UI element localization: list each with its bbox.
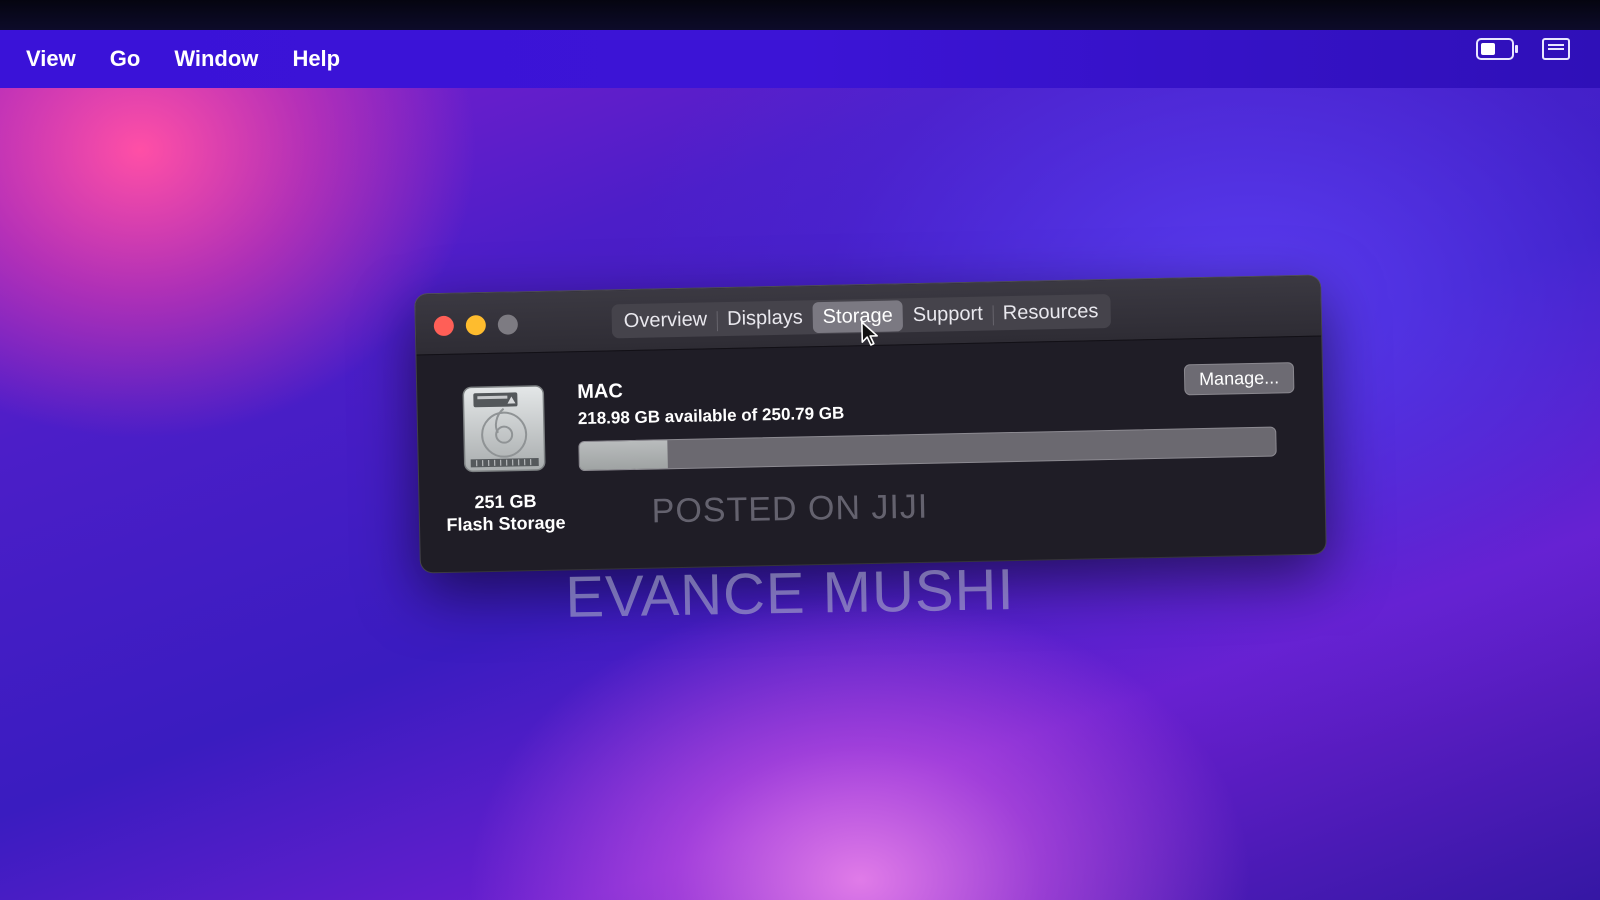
menu-status-area <box>1476 38 1570 60</box>
menu-bar: View Go Window Help <box>0 30 1600 88</box>
watermark-owner: EVANCE MUSHI <box>564 557 1016 630</box>
volume-name: MAC <box>577 380 624 404</box>
control-center-icon[interactable] <box>1542 38 1570 60</box>
watermark-posted-on: POSTED ON JIJI <box>651 487 929 531</box>
about-this-mac-window: Overview Displays Storage Support Resour… <box>415 275 1326 573</box>
manage-button[interactable]: Manage... <box>1183 362 1295 396</box>
tab-overview[interactable]: Overview <box>613 304 717 337</box>
zoom-window-button[interactable] <box>497 314 519 335</box>
menu-go[interactable]: Go <box>110 46 141 72</box>
tab-support[interactable]: Support <box>902 298 993 331</box>
mouse-pointer-icon <box>861 321 878 346</box>
menu-help[interactable]: Help <box>292 46 340 72</box>
storage-panel: 251 GB Flash Storage MAC 218.98 GB avail… <box>416 336 1325 573</box>
tab-displays[interactable]: Displays <box>717 302 813 335</box>
close-window-button[interactable] <box>433 315 455 337</box>
screen-top-bezel <box>0 0 1600 30</box>
hard-drive-icon <box>462 385 546 473</box>
battery-icon[interactable] <box>1476 38 1518 60</box>
menu-items: View Go Window Help <box>26 46 340 72</box>
disk-capacity-label: 251 GB Flash Storage <box>439 489 572 536</box>
volume-available-text: 218.98 GB available of 250.79 GB <box>577 403 845 429</box>
minimize-window-button[interactable] <box>465 315 487 336</box>
storage-usage-bar <box>578 426 1277 472</box>
tab-storage[interactable]: Storage <box>812 299 904 333</box>
storage-used-segment <box>579 440 669 471</box>
menu-view[interactable]: View <box>26 46 76 72</box>
disk-size: 251 GB <box>474 491 537 513</box>
menu-window[interactable]: Window <box>174 46 258 72</box>
disk-type: Flash Storage <box>446 512 566 535</box>
tab-resources[interactable]: Resources <box>992 295 1108 328</box>
